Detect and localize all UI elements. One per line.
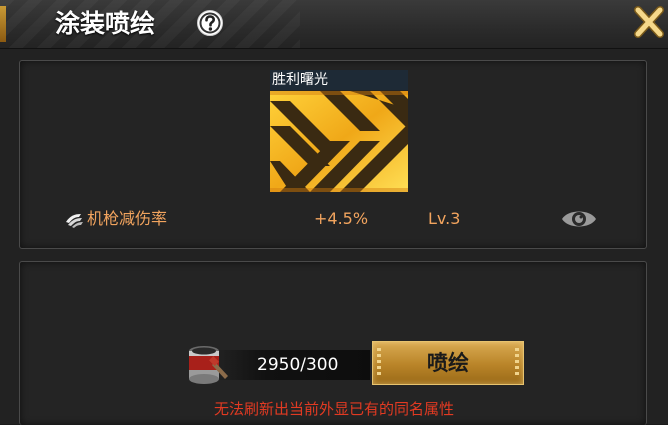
eye-icon[interactable] — [560, 206, 598, 232]
dialog-title: 涂装喷绘 — [55, 9, 156, 38]
cost-amount: 2950/300 — [257, 355, 339, 375]
stat-value: +4.5% — [314, 209, 369, 228]
spray-button[interactable]: 喷绘 — [372, 341, 524, 385]
warning-text: 无法刷新出当前外显已有的同名属性 — [213, 400, 454, 418]
dialog-header: 涂装喷绘 — [0, 0, 668, 49]
paint-bucket-icon — [182, 342, 232, 386]
stat-level: Lv.3 — [428, 209, 461, 228]
skin-card[interactable]: 胜利曙光 — [270, 70, 408, 192]
bullet-trail-icon — [64, 208, 86, 230]
question-circle-icon[interactable] — [195, 8, 225, 38]
close-icon[interactable] — [632, 4, 666, 40]
paint-spray-dialog: 涂装喷绘 胜利曙光 机枪减伤率 +4.5% Lv.3 2950/300 喷绘 无… — [0, 0, 668, 425]
skin-pattern-image — [270, 91, 408, 192]
stat-name: 机枪减伤率 — [87, 209, 168, 228]
header-accent-bar — [0, 6, 6, 42]
skin-name: 胜利曙光 — [270, 70, 408, 90]
